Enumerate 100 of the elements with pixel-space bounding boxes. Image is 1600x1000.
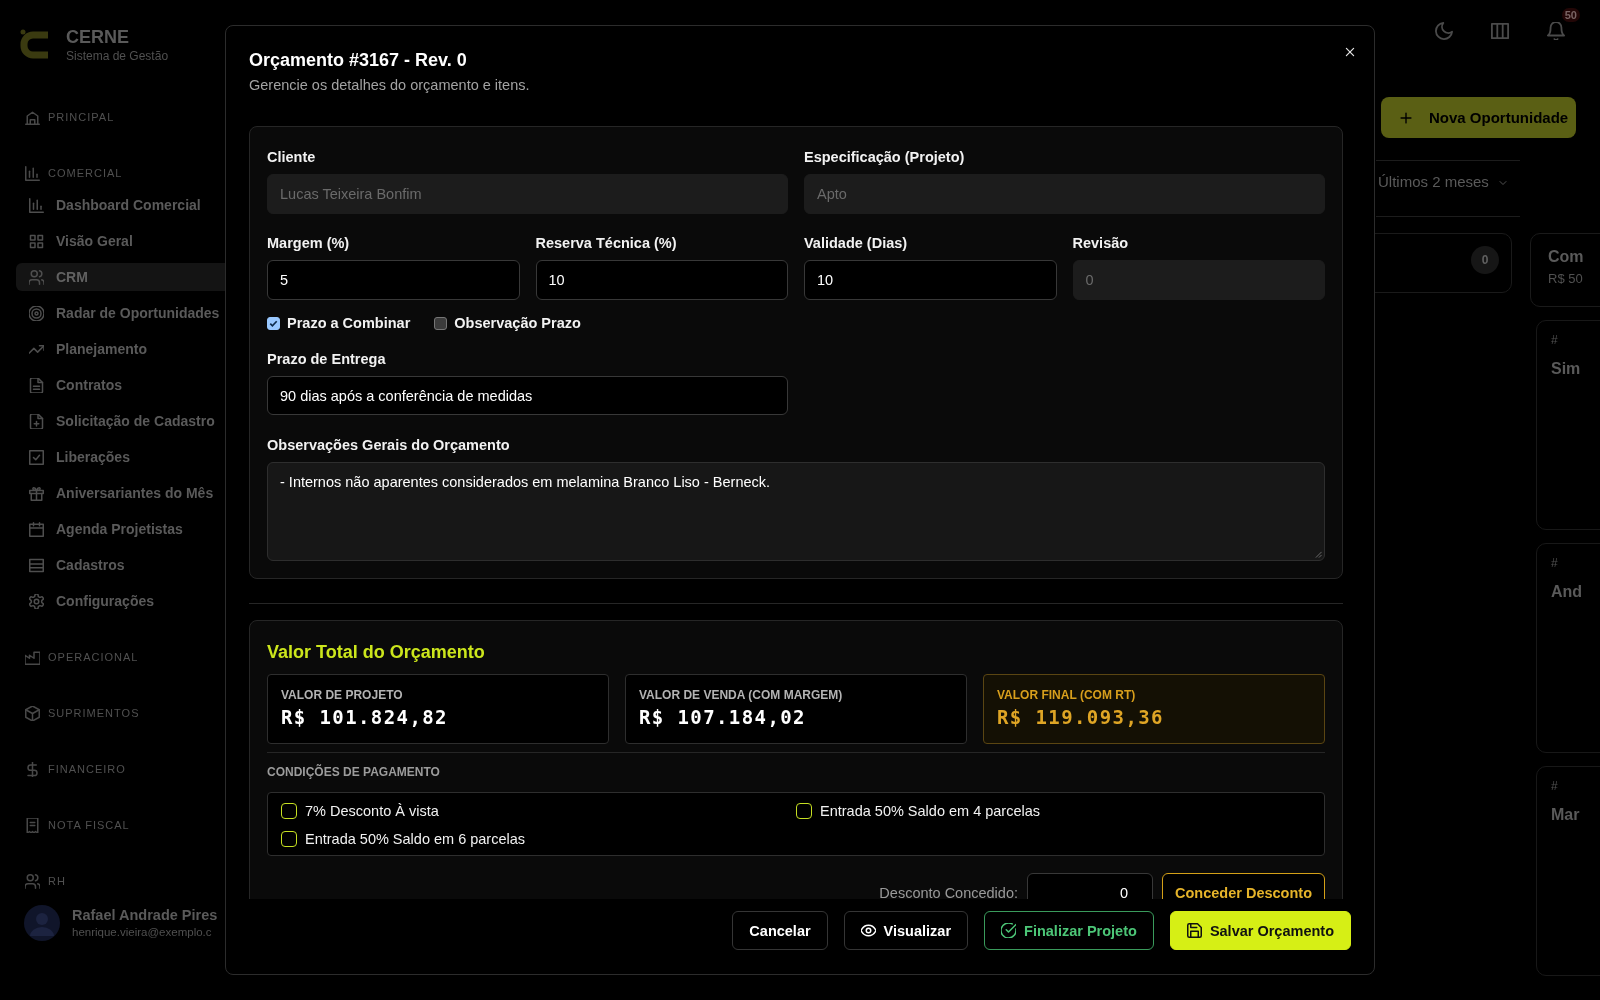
grid-icon	[29, 233, 44, 249]
text-field[interactable]: 10	[804, 260, 1057, 300]
total-label: VALOR DE PROJETO	[281, 687, 404, 703]
kanban-card[interactable]: # Sim	[1536, 320, 1600, 530]
box-icon	[25, 705, 40, 721]
text-field[interactable]: 10	[535, 260, 788, 300]
check-circle-icon	[1001, 923, 1017, 938]
nav-item[interactable]: Agenda Projetistas	[16, 515, 225, 543]
factory-icon	[25, 649, 40, 665]
gift-icon	[29, 485, 44, 501]
field-label: Revisão	[1072, 234, 1130, 253]
column-total: R$ 50	[1548, 270, 1584, 288]
close-icon	[1344, 46, 1356, 58]
checkbox-label: Prazo a Combinar	[287, 315, 411, 331]
file-plus-icon	[29, 413, 44, 429]
text-field[interactable]: 90 dias após a conferência de medidas	[267, 376, 788, 415]
gear-icon	[29, 593, 44, 609]
new-opportunity-button[interactable]: Nova Oportunidade	[1381, 97, 1576, 138]
nav-item[interactable]: Radar de Oportunidades	[16, 299, 225, 327]
calendar-icon	[29, 521, 44, 537]
nav-item[interactable]: CRM	[16, 263, 225, 291]
nav-item[interactable]: Liberações	[16, 443, 225, 471]
resize-handle-icon[interactable]	[1315, 551, 1322, 558]
kanban-card[interactable]: # Mar	[1536, 766, 1600, 976]
field-label: Cliente	[267, 148, 317, 167]
nav-item[interactable]: Cadastros	[16, 551, 225, 579]
avatar	[24, 905, 60, 941]
field-label: Especificação (Projeto)	[804, 148, 966, 167]
logo-icon	[20, 28, 50, 61]
count-badge: 0	[1471, 246, 1499, 274]
action-button[interactable]: Cancelar	[732, 911, 828, 950]
bar-chart-icon	[25, 165, 40, 181]
brand-name: CERNE	[66, 25, 130, 48]
field-label: Observações Gerais do Orçamento	[267, 436, 511, 455]
field-label: Validade (Dias)	[804, 234, 909, 253]
dollar-icon	[25, 761, 40, 777]
action-button[interactable]: Salvar Orçamento	[1169, 911, 1351, 950]
dialog-subtitle: Gerencie os detalhes do orçamento e itens.	[249, 76, 530, 95]
card-title: Sim	[1551, 359, 1582, 379]
nav-item[interactable]: Visão Geral	[16, 227, 225, 255]
section-title: CONDIÇÕES DE PAGAMENTO	[267, 765, 441, 779]
notification-badge: 50	[1561, 8, 1580, 22]
check-square-icon	[29, 449, 44, 465]
card-number: #	[1551, 555, 1559, 571]
total-label: VALOR DE VENDA (COM MARGEM)	[639, 687, 844, 703]
plus-icon	[1399, 110, 1413, 125]
action-button[interactable]: Visualizar	[843, 911, 969, 950]
field-label: Prazo de Entrega	[267, 350, 387, 369]
section-header[interactable]: PRINCIPAL	[0, 107, 115, 127]
grant-discount-button[interactable]: Conceder Desconto	[1162, 873, 1325, 899]
section-header[interactable]: NOTA FISCAL	[0, 815, 130, 835]
document-icon	[29, 377, 44, 393]
discount-field[interactable]: 0	[1027, 873, 1153, 899]
bar-chart-icon	[29, 197, 44, 213]
receipt-icon	[25, 817, 40, 833]
section-header[interactable]: OPERACIONAL	[0, 647, 139, 667]
period-dropdown[interactable]: Últimos 2 meses	[1376, 160, 1520, 217]
chevron-down-icon	[1498, 178, 1508, 188]
checkbox-label: Observação Prazo	[454, 315, 581, 331]
target-icon	[29, 305, 44, 321]
checkbox-label: Entrada 50% Saldo em 6 parcelas	[305, 831, 526, 847]
field-label: Reserva Técnica (%)	[535, 234, 678, 253]
column-title: Com	[1548, 247, 1584, 267]
card-title: Mar	[1551, 805, 1581, 825]
section-header[interactable]: FINANCEIRO	[0, 759, 126, 779]
section-header[interactable]: SUPRIMENTOS	[0, 703, 140, 723]
checkbox-label: Entrada 50% Saldo em 4 parcelas	[820, 803, 1041, 819]
section-header[interactable]: RH	[0, 871, 66, 891]
house-icon	[25, 109, 40, 125]
nav-item[interactable]: Contratos	[16, 371, 225, 399]
nav-item[interactable]: Dashboard Comercial	[16, 191, 225, 219]
card-number: #	[1551, 778, 1559, 794]
users-icon	[25, 873, 40, 889]
card-title: And	[1551, 582, 1584, 602]
nav-item[interactable]: Aniversariantes do Mês	[16, 479, 225, 507]
nav-item[interactable]: Solicitação de Cadastro	[16, 407, 225, 435]
user-name: Rafael Andrade Pires	[72, 906, 218, 924]
text-field[interactable]: 5	[267, 260, 520, 300]
total-value: R$ 119.093,36	[997, 705, 1165, 730]
summary-title: Valor Total do Orçamento	[267, 641, 486, 664]
text-area[interactable]: - Internos não aparentes considerados em melamina Branco Liso - Berneck.	[267, 462, 1325, 561]
field-label: Margem (%)	[267, 234, 351, 253]
kanban-card[interactable]: # And	[1536, 543, 1600, 753]
dialog-title: Orçamento #3167 - Rev. 0	[249, 49, 468, 72]
section-header[interactable]: COMERCIAL	[0, 163, 123, 183]
checkbox[interactable]	[267, 316, 280, 330]
user-email: henrique.vieira@exemplo.c	[72, 925, 213, 940]
action-button[interactable]: Finalizar Projeto	[984, 911, 1154, 950]
total-value: R$ 101.824,82	[281, 705, 449, 730]
brand-tagline: Sistema de Gestão	[66, 47, 169, 64]
total-label: VALOR FINAL (COM RT)	[997, 687, 1137, 703]
checkbox[interactable]	[434, 316, 448, 330]
total-value: R$ 107.184,02	[639, 705, 807, 730]
users-icon	[29, 269, 44, 285]
card-number: #	[1551, 332, 1559, 348]
nav-item[interactable]: Planejamento	[16, 335, 225, 363]
eye-icon	[860, 923, 876, 938]
nav-item[interactable]: Configurações	[16, 587, 225, 615]
checkbox-label: 7% Desconto À vista	[305, 803, 439, 819]
field-label: Desconto Concedido:	[879, 884, 1018, 899]
